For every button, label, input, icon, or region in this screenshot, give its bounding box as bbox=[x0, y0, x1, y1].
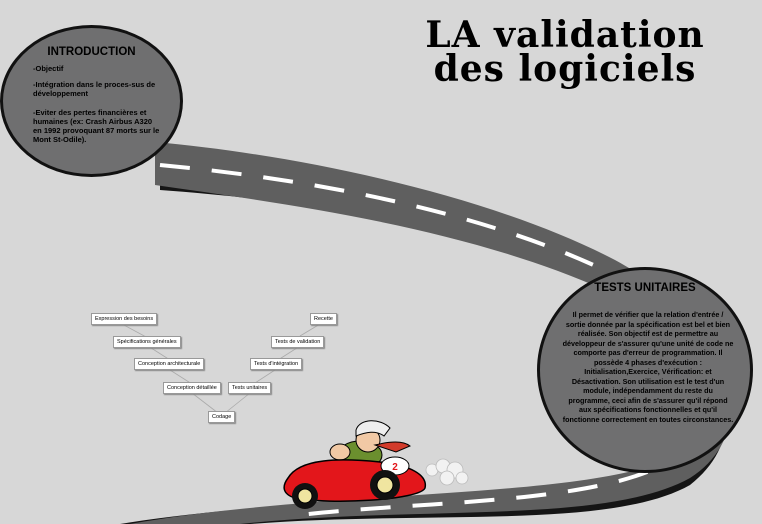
v-model-step: Codage bbox=[208, 411, 236, 423]
tests-unitaires-bubble: TESTS UNITAIRES Il permet de vérifier qu… bbox=[537, 267, 753, 473]
v-model-step: Conception architecturale bbox=[134, 358, 205, 370]
v-model-step: Tests de validation bbox=[271, 336, 325, 348]
introduction-item: -Objectif bbox=[33, 64, 64, 73]
car-wheel bbox=[292, 483, 318, 509]
introduction-heading: INTRODUCTION bbox=[47, 46, 136, 58]
introduction-item: -Intégration dans le proces-sus de dével… bbox=[33, 80, 156, 98]
v-model-step: Recette bbox=[310, 313, 337, 325]
v-model-step: Spécifications générales bbox=[113, 336, 181, 348]
page-title: LA validation des logiciels bbox=[425, 14, 705, 90]
tests-unitaires-text: Il permet de vérifier que la relation d'… bbox=[562, 310, 734, 424]
v-model-step: Expression des besoins bbox=[91, 313, 158, 325]
v-model-step: Conception détaillée bbox=[163, 382, 221, 394]
car-wheel bbox=[370, 470, 400, 500]
introduction-item: -Eviter des pertes financières et humain… bbox=[33, 108, 160, 144]
car-number: 2 bbox=[392, 462, 398, 473]
v-model-step: Tests d'intégration bbox=[250, 358, 303, 370]
exhaust-smoke bbox=[425, 458, 469, 486]
tests-unitaires-heading: TESTS UNITAIRES bbox=[594, 282, 696, 294]
v-model-step: Tests unitaires bbox=[228, 382, 272, 394]
introduction-bubble: INTRODUCTION -Objectif -Intégration dans… bbox=[0, 25, 183, 177]
